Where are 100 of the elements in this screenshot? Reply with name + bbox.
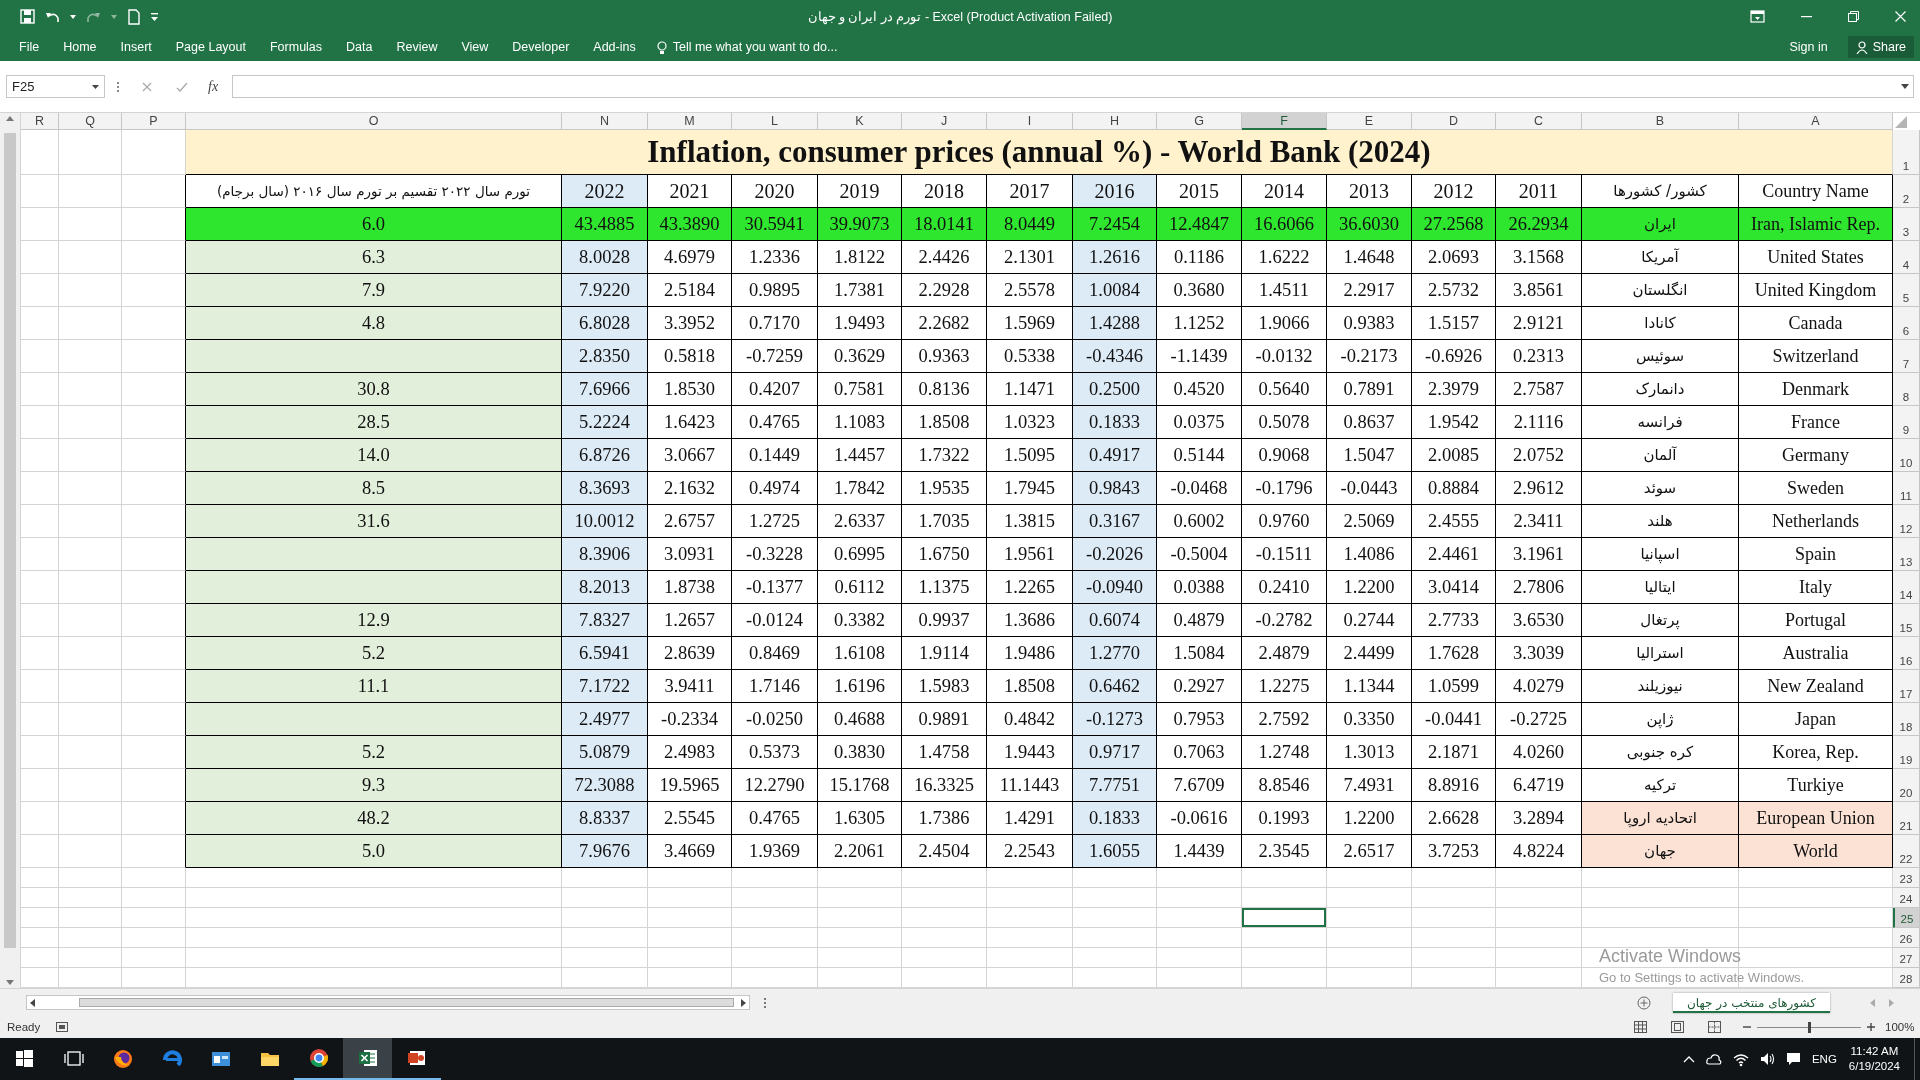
sheet-tab[interactable]: کشورهای منتخب در جهان bbox=[1673, 992, 1830, 1013]
new-sheet-icon[interactable] bbox=[1637, 995, 1651, 1010]
tell-me-field[interactable]: Tell me what you want to do... bbox=[672, 40, 838, 54]
row-header[interactable]: 10 bbox=[1893, 439, 1920, 472]
column-header[interactable]: J bbox=[902, 113, 987, 130]
wifi-icon[interactable] bbox=[1732, 1051, 1749, 1067]
cancel-icon[interactable] bbox=[142, 81, 152, 92]
horizontal-scrollbar[interactable] bbox=[26, 995, 750, 1010]
column-header[interactable]: F bbox=[1242, 113, 1327, 130]
row-header[interactable]: 9 bbox=[1893, 406, 1920, 439]
scrollbar-thumb[interactable] bbox=[79, 998, 734, 1007]
row-header[interactable]: 26 bbox=[1893, 928, 1920, 948]
selected-cell[interactable] bbox=[1242, 908, 1327, 928]
normal-view-icon[interactable] bbox=[1634, 1021, 1647, 1033]
column-header[interactable]: B bbox=[1582, 113, 1739, 130]
column-header[interactable]: E bbox=[1327, 113, 1412, 130]
row-header[interactable]: 17 bbox=[1893, 670, 1920, 703]
row-header[interactable]: 28 bbox=[1893, 968, 1920, 988]
next-sheet-icon[interactable] bbox=[1889, 998, 1894, 1007]
caret-icon[interactable] bbox=[92, 84, 99, 89]
taskbar-button[interactable] bbox=[343, 1038, 392, 1080]
column-header[interactable]: P bbox=[122, 113, 186, 130]
caret-icon[interactable] bbox=[1901, 84, 1909, 89]
row-header[interactable]: 12 bbox=[1893, 505, 1920, 538]
document-icon[interactable] bbox=[127, 8, 141, 25]
ribbon-tab[interactable]: Page Layout bbox=[164, 36, 257, 58]
customize-icon[interactable] bbox=[151, 12, 158, 21]
row-header[interactable]: 24 bbox=[1893, 888, 1920, 908]
ribbon-tab[interactable]: File bbox=[8, 36, 51, 58]
row-header[interactable]: 15 bbox=[1893, 604, 1920, 637]
formula-field[interactable] bbox=[232, 75, 1914, 98]
row-header[interactable]: 14 bbox=[1893, 571, 1920, 604]
ribbon-tab[interactable]: Formulas bbox=[258, 36, 334, 58]
check-icon[interactable] bbox=[176, 81, 188, 92]
previous-sheet-icon[interactable] bbox=[1870, 998, 1875, 1007]
chevron-up-icon[interactable] bbox=[1682, 1055, 1695, 1063]
row-header[interactable]: 7 bbox=[1893, 340, 1920, 373]
scroll-right-icon[interactable] bbox=[741, 998, 746, 1007]
slider-thumb[interactable] bbox=[1808, 1021, 1811, 1033]
scrollbar-thumb[interactable] bbox=[4, 133, 16, 948]
vertical-scrollbar[interactable] bbox=[0, 113, 21, 988]
ribbon-tab[interactable]: Developer bbox=[501, 36, 581, 58]
row-header[interactable]: 11 bbox=[1893, 472, 1920, 505]
grid-cell[interactable] bbox=[122, 175, 186, 208]
row-header[interactable]: 25 bbox=[1893, 908, 1920, 928]
column-header[interactable]: I bbox=[987, 113, 1073, 130]
row-header[interactable]: 3 bbox=[1893, 208, 1920, 241]
clock-date[interactable]: 6/19/2024 bbox=[1848, 1059, 1900, 1074]
column-header[interactable]: H bbox=[1073, 113, 1157, 130]
ribbon-tab[interactable]: View bbox=[450, 36, 500, 58]
row-header[interactable]: 6 bbox=[1893, 307, 1920, 340]
scroll-up-icon[interactable] bbox=[6, 116, 14, 121]
close-icon[interactable] bbox=[1895, 11, 1906, 22]
row-header[interactable]: 13 bbox=[1893, 538, 1920, 571]
column-header[interactable]: O bbox=[186, 113, 562, 130]
column-header[interactable]: G bbox=[1157, 113, 1242, 130]
name-box[interactable]: F25 bbox=[6, 75, 105, 98]
row-header[interactable]: 20 bbox=[1893, 769, 1920, 802]
zoom-out-icon[interactable] bbox=[1743, 1024, 1751, 1030]
restore-icon[interactable] bbox=[1848, 11, 1859, 22]
column-header[interactable]: A bbox=[1739, 113, 1893, 130]
ribbon-tab[interactable]: Add-ins bbox=[582, 36, 647, 58]
row-header[interactable]: 18 bbox=[1893, 703, 1920, 736]
row-header[interactable]: 19 bbox=[1893, 736, 1920, 769]
row-header[interactable]: 16 bbox=[1893, 637, 1920, 670]
column-header[interactable]: K bbox=[818, 113, 902, 130]
row-header[interactable]: 21 bbox=[1893, 802, 1920, 835]
column-header[interactable]: Q bbox=[59, 113, 122, 130]
column-header[interactable]: R bbox=[21, 113, 59, 130]
clock-time[interactable]: 11:42 AM bbox=[1850, 1044, 1899, 1059]
row-header[interactable]: 22 bbox=[1893, 835, 1920, 868]
insert-function-button[interactable]: fx bbox=[208, 78, 219, 95]
scroll-left-icon[interactable] bbox=[30, 998, 35, 1007]
row-header[interactable]: 4 bbox=[1893, 241, 1920, 274]
row-header[interactable]: 23 bbox=[1893, 868, 1920, 888]
zoom-in-icon[interactable] bbox=[1867, 1023, 1875, 1031]
row-header[interactable]: 5 bbox=[1893, 274, 1920, 307]
ribbon-display-icon[interactable] bbox=[1750, 10, 1765, 23]
column-header[interactable]: D bbox=[1412, 113, 1496, 130]
ribbon-tab[interactable]: Data bbox=[335, 36, 384, 58]
row-header[interactable]: 8 bbox=[1893, 373, 1920, 406]
row-header[interactable]: 1 bbox=[1893, 130, 1920, 175]
column-header[interactable]: L bbox=[732, 113, 818, 130]
row-header[interactable]: 2 bbox=[1893, 175, 1920, 208]
zoom-level[interactable]: 100% bbox=[1885, 1021, 1913, 1033]
page-layout-icon[interactable] bbox=[1671, 1021, 1684, 1033]
language-indicator[interactable]: ENG bbox=[1811, 1053, 1837, 1065]
share-button[interactable]: Share bbox=[1847, 36, 1914, 58]
column-header[interactable]: C bbox=[1496, 113, 1582, 130]
row-header[interactable]: 27 bbox=[1893, 948, 1920, 968]
ribbon-tab[interactable]: Home bbox=[52, 36, 108, 58]
ribbon-tab[interactable]: Insert bbox=[109, 36, 163, 58]
ribbon-tab[interactable]: Review bbox=[385, 36, 449, 58]
message-icon[interactable] bbox=[1785, 1052, 1801, 1066]
scroll-down-icon[interactable] bbox=[6, 980, 14, 985]
save-icon[interactable] bbox=[20, 9, 35, 24]
macro-record-icon[interactable] bbox=[56, 1021, 69, 1033]
column-header[interactable]: N bbox=[562, 113, 648, 130]
page-break-icon[interactable] bbox=[1708, 1021, 1721, 1033]
speaker-icon[interactable] bbox=[1759, 1052, 1775, 1066]
